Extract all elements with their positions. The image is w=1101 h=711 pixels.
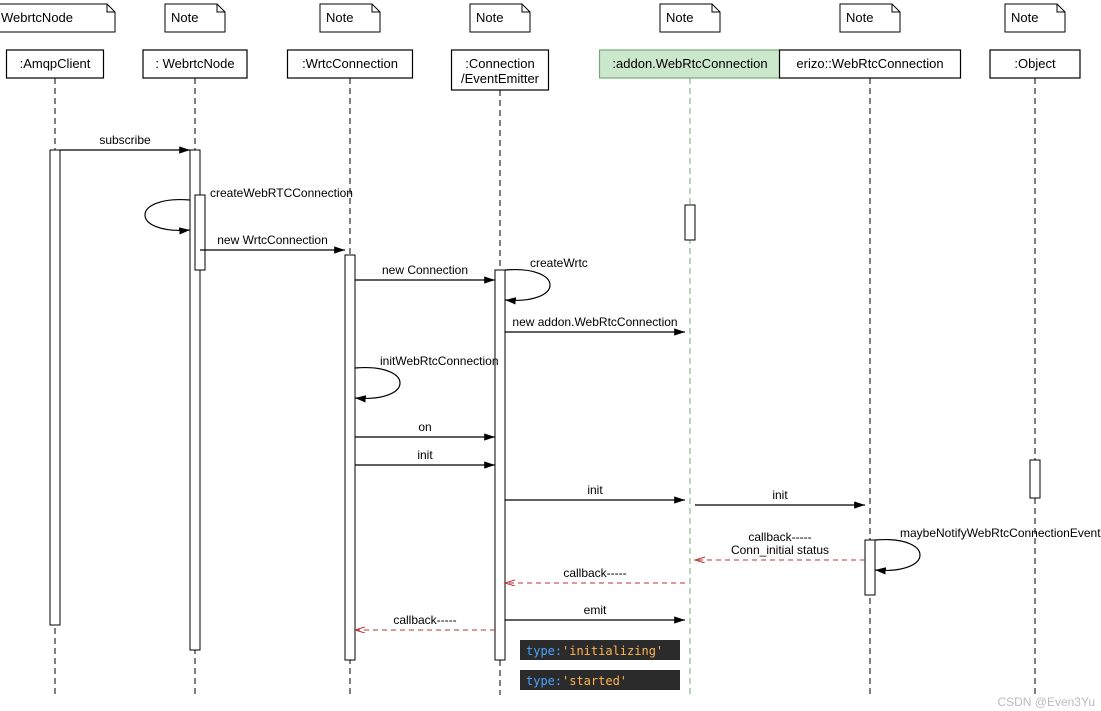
note-label-erizo: Note (846, 10, 873, 25)
activation-erizo (865, 540, 875, 595)
activation-amqp (50, 150, 60, 625)
activation-obj (1030, 460, 1040, 498)
msg-label-0: subscribe (99, 133, 151, 147)
self-msg-4 (505, 270, 550, 301)
watermark: CSDN @Even3Yu (997, 695, 1095, 709)
participant-label-webrtcNode: : WebrtcNode (155, 56, 234, 71)
participant-label-addon: :addon.WebRtcConnection (612, 56, 767, 71)
msg-label-11: maybeNotifyWebRtcConnectionEvent (900, 526, 1101, 540)
participant-label-conn: /EventEmitter (461, 71, 540, 86)
msg-label-7: on (418, 420, 431, 434)
msg-label-8: init (417, 448, 433, 462)
msg-label-12: Conn_initial status (731, 543, 829, 557)
msg-label-15: callback----- (393, 613, 456, 627)
msg-label-6: initWebRtcConnection (380, 354, 499, 368)
msg-label-1: createWebRTCConnection (210, 186, 353, 200)
activation-wrtcConn (345, 255, 355, 660)
participant-label-conn: :Connection (465, 56, 534, 71)
participant-label-amqp: :AmqpClient (20, 56, 91, 71)
note-label-obj: Note (1011, 10, 1038, 25)
code-val-1: 'started' (562, 674, 627, 688)
msg-label-9: init (587, 483, 603, 497)
msg-label-4: createWrtc (530, 256, 588, 270)
msg-label-5: new addon.WebRtcConnection (512, 315, 677, 329)
note-label-webrtcNode: Note (171, 10, 198, 25)
self-msg-1 (145, 200, 190, 231)
activation-nested-webrtcNode (195, 195, 205, 270)
note-label-conn: Note (476, 10, 503, 25)
msg-label-14: emit (584, 603, 607, 617)
code-key-0: type: (526, 644, 562, 658)
activation-addon (685, 205, 695, 240)
code-val-0: 'initializing' (562, 644, 663, 658)
participant-label-wrtcConn: :WrtcConnection (302, 56, 398, 71)
msg-label-13: callback----- (563, 566, 626, 580)
msg-label-12: callback----- (748, 530, 811, 544)
activation-conn (495, 270, 505, 660)
msg-label-2: new WrtcConnection (217, 233, 328, 247)
note-label-addon: Note (666, 10, 693, 25)
participant-label-erizo: erizo::WebRtcConnection (796, 56, 943, 71)
msg-label-3: new Connection (382, 263, 468, 277)
self-msg-11 (875, 540, 920, 571)
sequence-diagram: WebrtcNode :AmqpClient Note : WebrtcNode Not… (0, 0, 1101, 711)
msg-label-10: init (772, 488, 788, 502)
note-label-wrtcConn: Note (326, 10, 353, 25)
participant-label-obj: :Object (1014, 56, 1056, 71)
note-label-amqp: WebrtcNode (1, 10, 73, 25)
self-msg-6 (355, 368, 400, 399)
code-key-1: type: (526, 674, 562, 688)
